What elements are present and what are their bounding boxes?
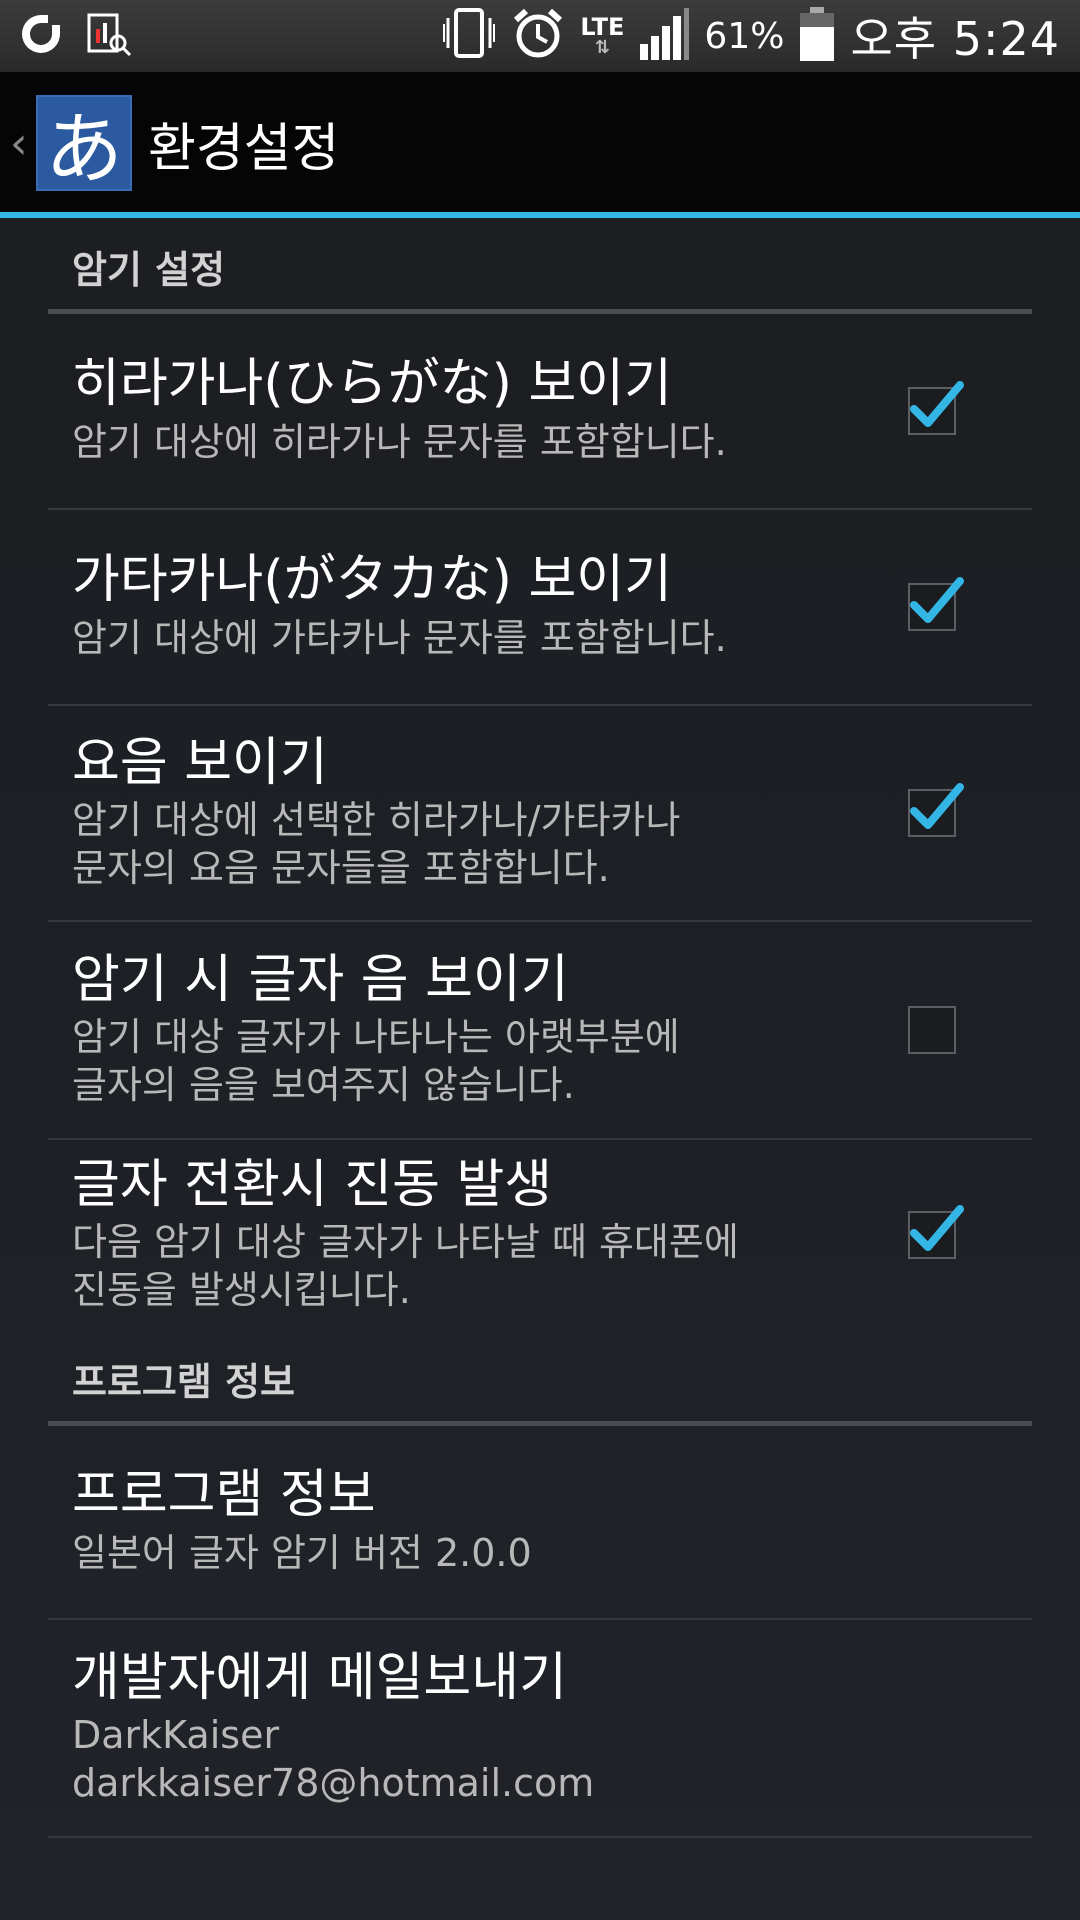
back-chevron-icon[interactable]: ‹ [10, 118, 36, 169]
pref-program-info[interactable]: 프로그램 정보 일본어 글자 암기 버전 2.0.0 [48, 1426, 1032, 1620]
pref-summary: DarkKaiser darkkaiser78@hotmail.com [72, 1713, 595, 1805]
pref-summary: 암기 대상에 선택한 히라가나/가타카나 문자의 요음 문자들을 포함합니다. [72, 798, 681, 890]
checkmark-icon [910, 381, 964, 427]
pref-vibrate[interactable]: 글자 전환시 진동 발생 다음 암기 대상 글자가 나타날 때 휴대폰에 진동을… [48, 1140, 1032, 1330]
battery-icon [798, 5, 836, 67]
battery-percent: 61% [704, 15, 785, 57]
checkbox-katakana[interactable] [908, 577, 964, 631]
pref-show-katakana[interactable]: 가타카나(がタカな) 보이기 암기 대상에 가타카나 문자를 포함합니다. [48, 510, 1032, 706]
alarm-icon [510, 6, 566, 66]
monitor-icon [86, 11, 134, 61]
checkmark-icon [910, 1205, 964, 1251]
checkbox-youon[interactable] [908, 783, 964, 837]
pref-summary: 일본어 글자 암기 버전 2.0.0 [72, 1531, 532, 1576]
pref-summary: 암기 대상에 가타카나 문자를 포함합니다. [72, 616, 727, 661]
clock: 오후 5:24 [850, 12, 1060, 66]
checkbox-sound[interactable] [908, 1006, 956, 1054]
pref-title: 글자 전환시 진동 발생 [72, 1154, 553, 1215]
checkbox-hiragana[interactable] [908, 381, 964, 435]
checkmark-icon [910, 783, 964, 829]
pref-summary: 암기 대상 글자가 나타나는 아랫부분에 글자의 음을 보여주지 않습니다. [72, 1015, 680, 1107]
pref-summary: 암기 대상에 히라가나 문자를 포함합니다. [72, 420, 727, 465]
app-logo-icon [18, 11, 64, 61]
lte-icon: LTE ⇅ [580, 13, 625, 58]
vibrate-icon [442, 6, 496, 66]
pref-title: 개발자에게 메일보내기 [72, 1647, 567, 1708]
preference-list: 암기 설정 히라가나(ひらがな) 보이기 암기 대상에 히라가나 문자를 포함합… [48, 218, 1032, 1838]
pref-show-hiragana[interactable]: 히라가나(ひらがな) 보이기 암기 대상에 히라가나 문자를 포함합니다. [48, 314, 1032, 510]
settings-screen: LTE ⇅ 61% 오후 5:24 ‹ あ 환경설정 암기 설정 히라가나(ひら… [0, 0, 1080, 1920]
action-bar: ‹ あ 환경설정 [0, 72, 1080, 214]
pref-title: 가타카나(がタカな) 보이기 [72, 550, 672, 611]
pref-title: 프로그램 정보 [72, 1465, 376, 1526]
pref-show-youon[interactable]: 요음 보이기 암기 대상에 선택한 히라가나/가타카나 문자의 요음 문자들을 … [48, 706, 1032, 922]
pref-send-mail[interactable]: 개발자에게 메일보내기 DarkKaiser darkkaiser78@hotm… [48, 1620, 1032, 1838]
page-title: 환경설정 [148, 118, 340, 179]
status-bar: LTE ⇅ 61% 오후 5:24 [0, 0, 1080, 72]
section-header-info: 프로그램 정보 [48, 1330, 1032, 1426]
pref-title: 암기 시 글자 음 보이기 [72, 949, 569, 1010]
pref-summary: 다음 암기 대상 글자가 나타날 때 휴대폰에 진동을 발생시킵니다. [72, 1220, 739, 1312]
signal-icon [638, 6, 690, 66]
pref-show-sound[interactable]: 암기 시 글자 음 보이기 암기 대상 글자가 나타나는 아랫부분에 글자의 음… [48, 922, 1032, 1140]
section-header-label: 프로그램 정보 [72, 1359, 295, 1404]
pref-title: 요음 보이기 [72, 732, 328, 793]
pref-title: 히라가나(ひらがな) 보이기 [72, 354, 672, 415]
section-header-memorize: 암기 설정 [48, 218, 1032, 314]
app-icon[interactable]: あ [36, 95, 132, 195]
checkmark-icon [910, 577, 964, 623]
section-header-label: 암기 설정 [72, 247, 226, 292]
checkbox-vibrate[interactable] [908, 1205, 964, 1259]
